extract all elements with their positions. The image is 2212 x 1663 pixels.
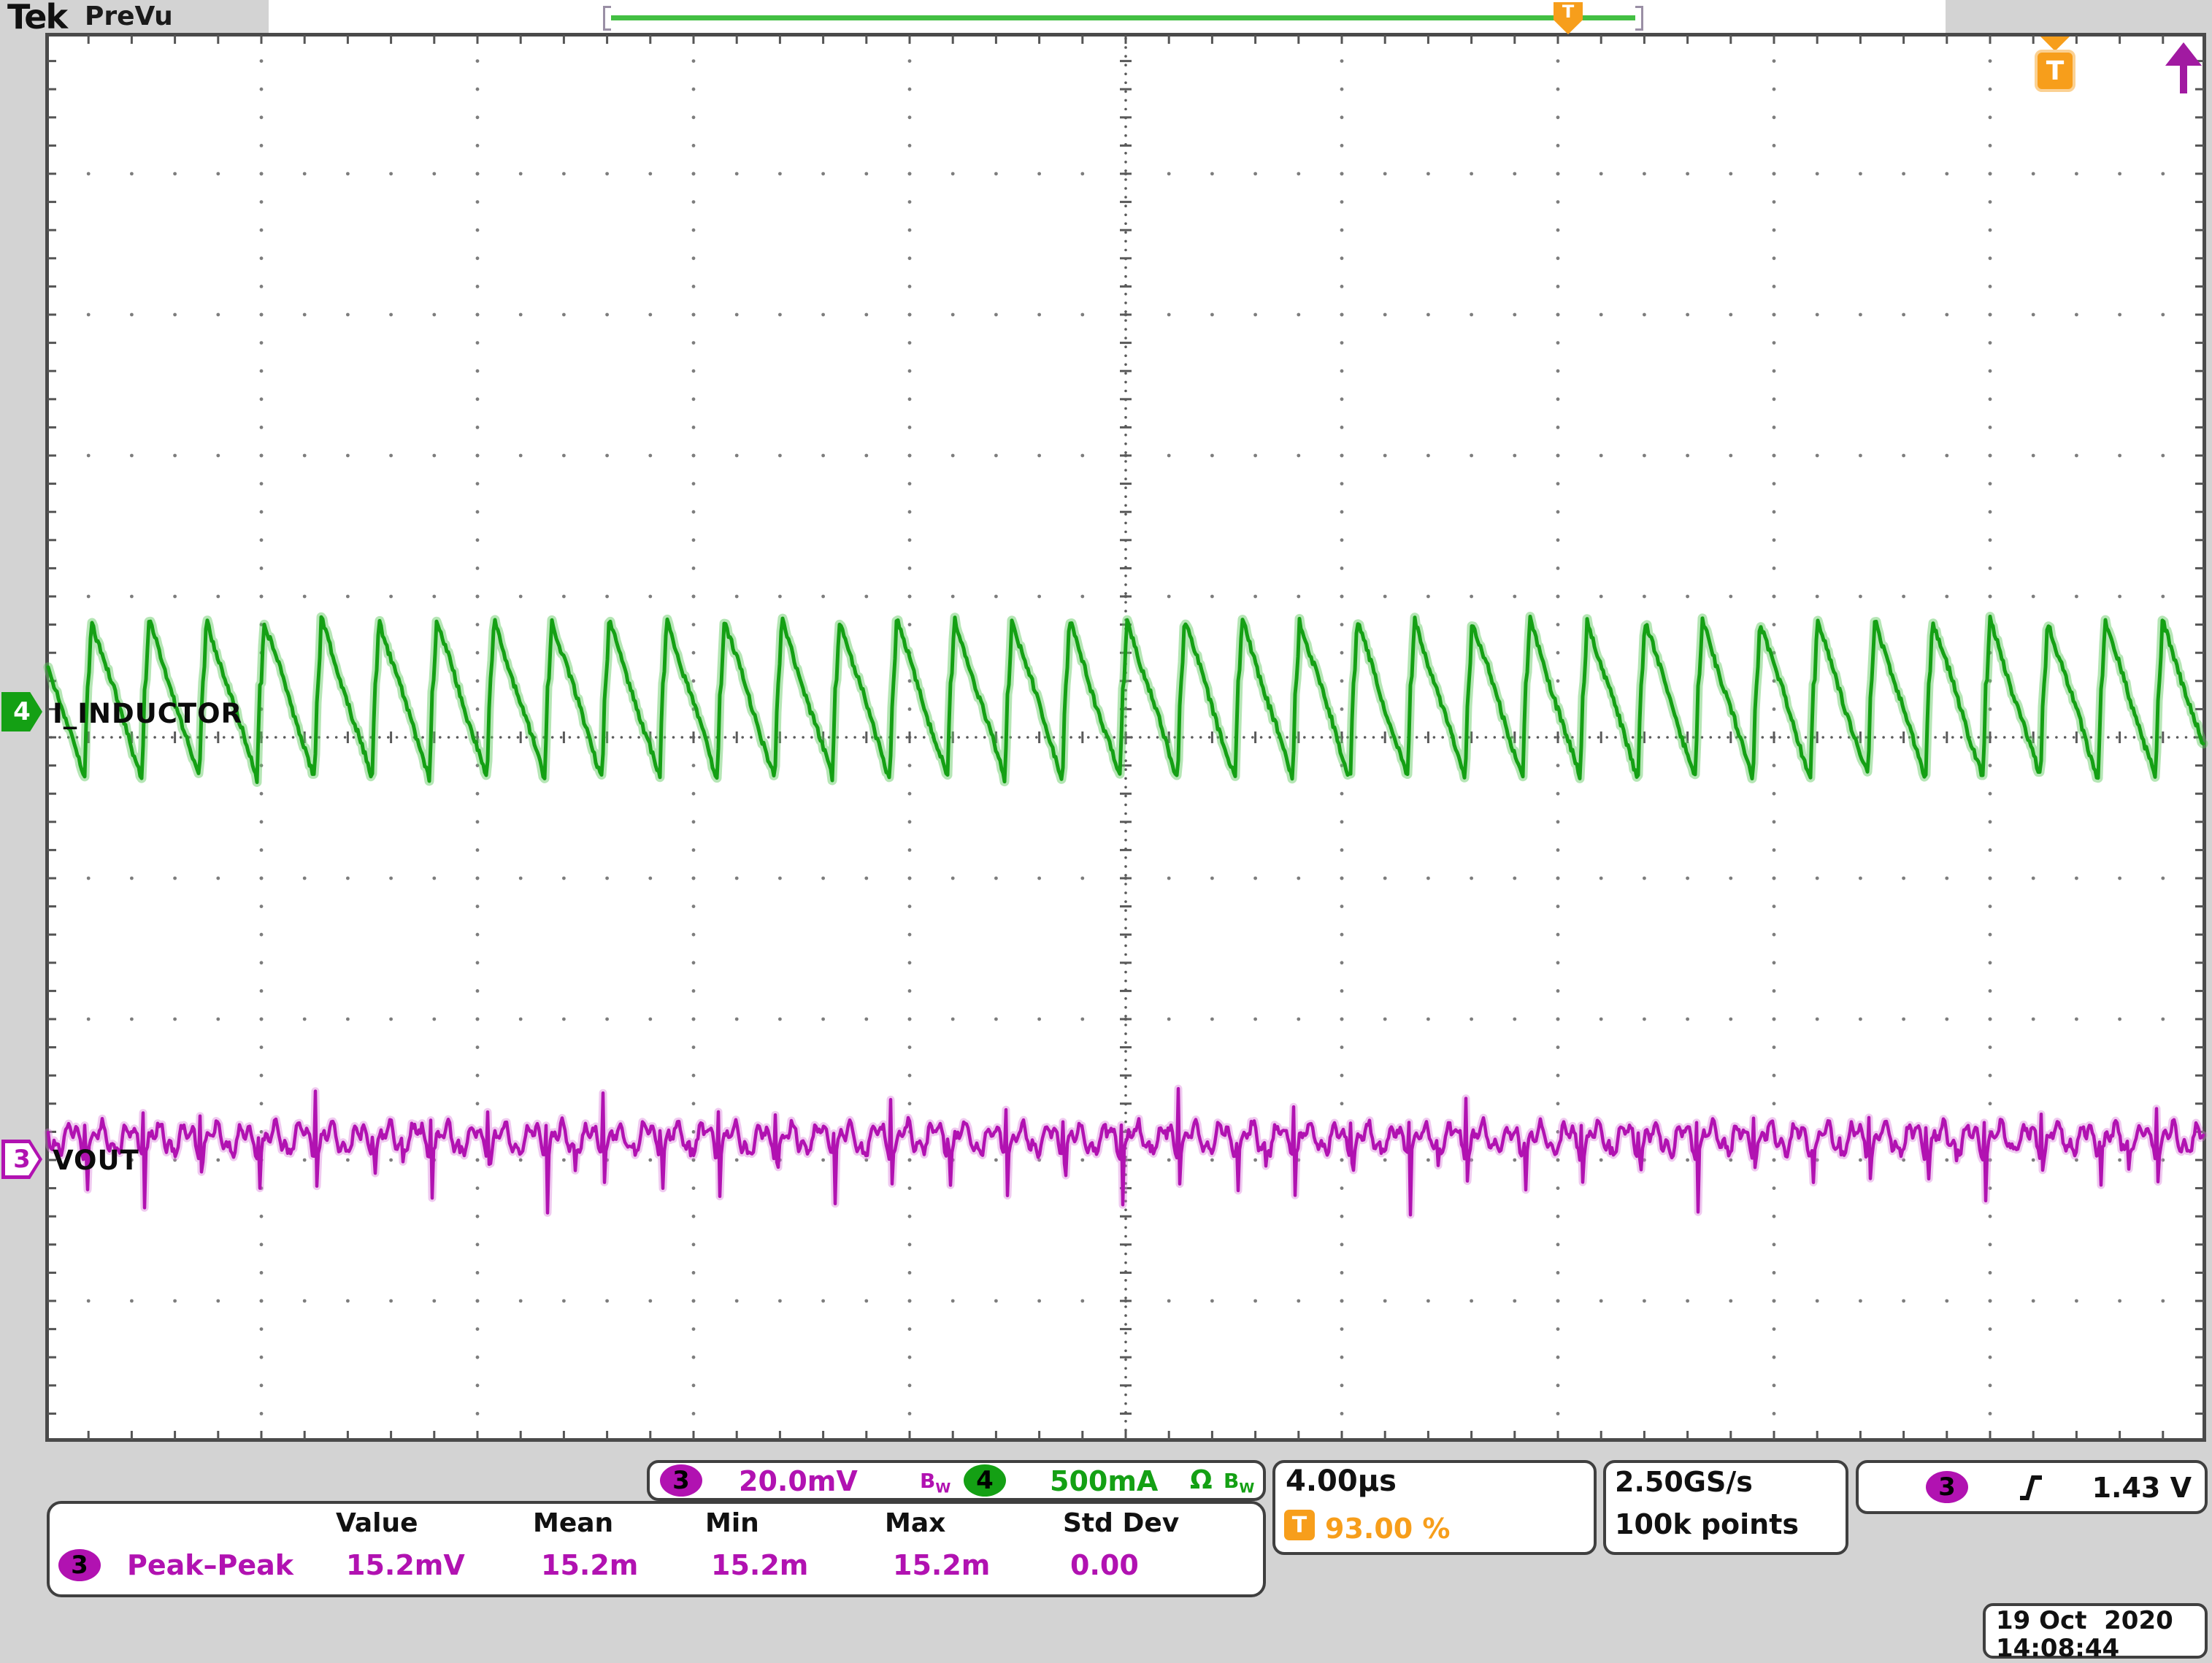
- meas-header-max: Max: [885, 1508, 945, 1538]
- trigger-source-chip: 3: [1926, 1471, 1968, 1503]
- meas-header-min: Min: [705, 1508, 759, 1538]
- graticule: [45, 33, 2206, 1442]
- meas-row-max: 15.2m: [893, 1549, 990, 1581]
- date-readout: 19 Oct 2020: [1996, 1606, 2173, 1635]
- trigger-level-arrow[interactable]: [2165, 42, 2202, 93]
- channel-3-bandwidth-icon: BW: [920, 1469, 951, 1497]
- channel-4-coupling-icon: Ω: [1190, 1465, 1213, 1495]
- trigger-settings-box[interactable]: 3 1.43 V: [1856, 1460, 2208, 1514]
- trigger-position-icon: T: [1284, 1510, 1315, 1540]
- channel-3-marker[interactable]: 3: [1, 1140, 42, 1179]
- acquisition-info-box[interactable]: 2.50GS/s 100k points: [1603, 1460, 1848, 1555]
- oscilloscope-screen: { "header": { "logo": "Tek", "mode": "Pr…: [0, 0, 2212, 1660]
- trigger-badge-shield: T: [2035, 50, 2075, 92]
- trigger-position-marker-t: T: [1562, 2, 1574, 21]
- meas-row-value: 15.2mV: [346, 1549, 465, 1581]
- channel-3-chip: 3: [660, 1464, 702, 1497]
- record-view-right-bracket: [1635, 6, 1643, 31]
- trigger-badge-arrow-icon: [2040, 37, 2070, 51]
- record-view-left-bracket: [603, 6, 611, 31]
- meas-row-mean: 15.2m: [541, 1549, 638, 1581]
- meas-header-value: Value: [336, 1508, 418, 1538]
- channel-4-trace-label: I_INDUCTOR: [53, 698, 242, 729]
- meas-row-stddev: 0.00: [1070, 1549, 1139, 1581]
- horizontal-settings-box[interactable]: 4.00µs T 93.00 %: [1272, 1460, 1597, 1555]
- record-length-readout: 100k points: [1615, 1508, 1799, 1540]
- time-readout: 14:08:44: [1996, 1634, 2119, 1663]
- sample-rate-readout: 2.50GS/s: [1615, 1466, 1753, 1498]
- channel-4-chip-number: 4: [976, 1466, 994, 1495]
- channel-4-scale: 500mA: [1050, 1465, 1158, 1497]
- channel-3-trace-label: VOUT: [53, 1145, 139, 1176]
- channel-3-scale: 20.0mV: [739, 1465, 858, 1497]
- meas-header-stddev: Std Dev: [1063, 1508, 1179, 1538]
- channel-3-marker-inner: 3: [5, 1143, 39, 1175]
- tek-logo: Tek: [7, 0, 66, 37]
- trigger-source-number: 3: [1938, 1472, 1956, 1502]
- timebase-readout: 4.00µs: [1286, 1464, 1397, 1498]
- trigger-badge-t: T: [2046, 56, 2065, 86]
- datetime-box: 19 Oct 2020 14:08:44: [1983, 1603, 2208, 1659]
- channel-4-marker-number: 4: [13, 697, 31, 726]
- meas-header-mean: Mean: [533, 1508, 613, 1538]
- acquisition-mode-label: PreVu: [85, 1, 173, 31]
- channel-4-bandwidth-icon: BW: [1224, 1469, 1254, 1497]
- trigger-level-arrow-stem: [2180, 66, 2187, 93]
- channel-3-marker-number: 3: [13, 1145, 31, 1174]
- meas-row-name: Peak–Peak: [127, 1549, 293, 1581]
- trigger-slope-icon: [2018, 1472, 2047, 1504]
- channel-3-chip-number: 3: [672, 1466, 690, 1495]
- record-view-waveform-bar: [611, 15, 1635, 20]
- trigger-position-badge[interactable]: T: [2035, 37, 2075, 92]
- trigger-level-readout: 1.43 V: [2092, 1472, 2192, 1504]
- trigger-position-icon-t: T: [1292, 1513, 1307, 1538]
- channel-scales-box[interactable]: 3 20.0mV BW 4 500mA Ω BW: [647, 1460, 1266, 1501]
- meas-row-min: 15.2m: [711, 1549, 808, 1581]
- meas-row-channel-chip: 3: [58, 1549, 101, 1581]
- channel-4-marker[interactable]: 4: [1, 692, 42, 731]
- meas-row-channel-number: 3: [71, 1551, 88, 1580]
- channel-4-chip: 4: [964, 1464, 1006, 1497]
- measurement-table-box[interactable]: Value Mean Min Max Std Dev 3 Peak–Peak 1…: [47, 1501, 1266, 1597]
- trigger-position-readout: 93.00 %: [1325, 1513, 1451, 1545]
- trigger-level-arrow-head: [2165, 42, 2202, 66]
